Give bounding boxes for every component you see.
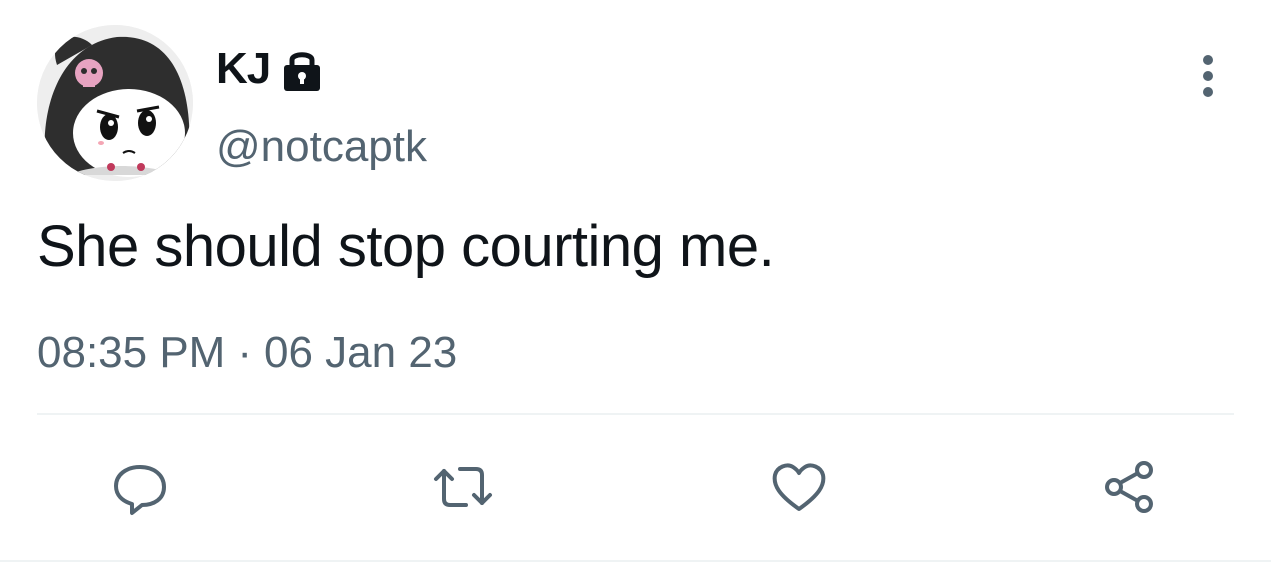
user-handle[interactable]: @notcaptk — [216, 120, 427, 174]
retweet-icon — [434, 467, 492, 507]
more-vertical-icon — [1203, 55, 1213, 97]
retweet-button[interactable] — [428, 452, 498, 522]
reply-icon — [114, 465, 166, 515]
tweet-text: She should stop courting me. — [37, 214, 775, 279]
avatar-image — [37, 25, 193, 181]
like-button[interactable] — [764, 452, 834, 522]
divider — [37, 413, 1234, 415]
tweet-time[interactable]: 08:35 PM — [37, 328, 225, 378]
share-button[interactable] — [1095, 452, 1165, 522]
tweet-card: KJ @notcaptk She should stop courting me… — [0, 0, 1271, 579]
tweet-date[interactable]: 06 Jan 23 — [264, 328, 457, 378]
avatar[interactable] — [37, 25, 193, 181]
action-bar — [0, 452, 1271, 522]
more-options-button[interactable] — [1190, 52, 1226, 100]
lock-icon — [280, 44, 324, 94]
bottom-border — [0, 560, 1271, 562]
reply-button[interactable] — [105, 452, 175, 522]
author-name-row: KJ — [216, 44, 324, 94]
heart-icon — [772, 463, 826, 511]
display-name[interactable]: KJ — [216, 44, 271, 94]
meta-separator: · — [237, 328, 252, 377]
tweet-meta: 08:35 PM · 06 Jan 23 — [37, 328, 457, 378]
share-icon — [1105, 461, 1153, 513]
